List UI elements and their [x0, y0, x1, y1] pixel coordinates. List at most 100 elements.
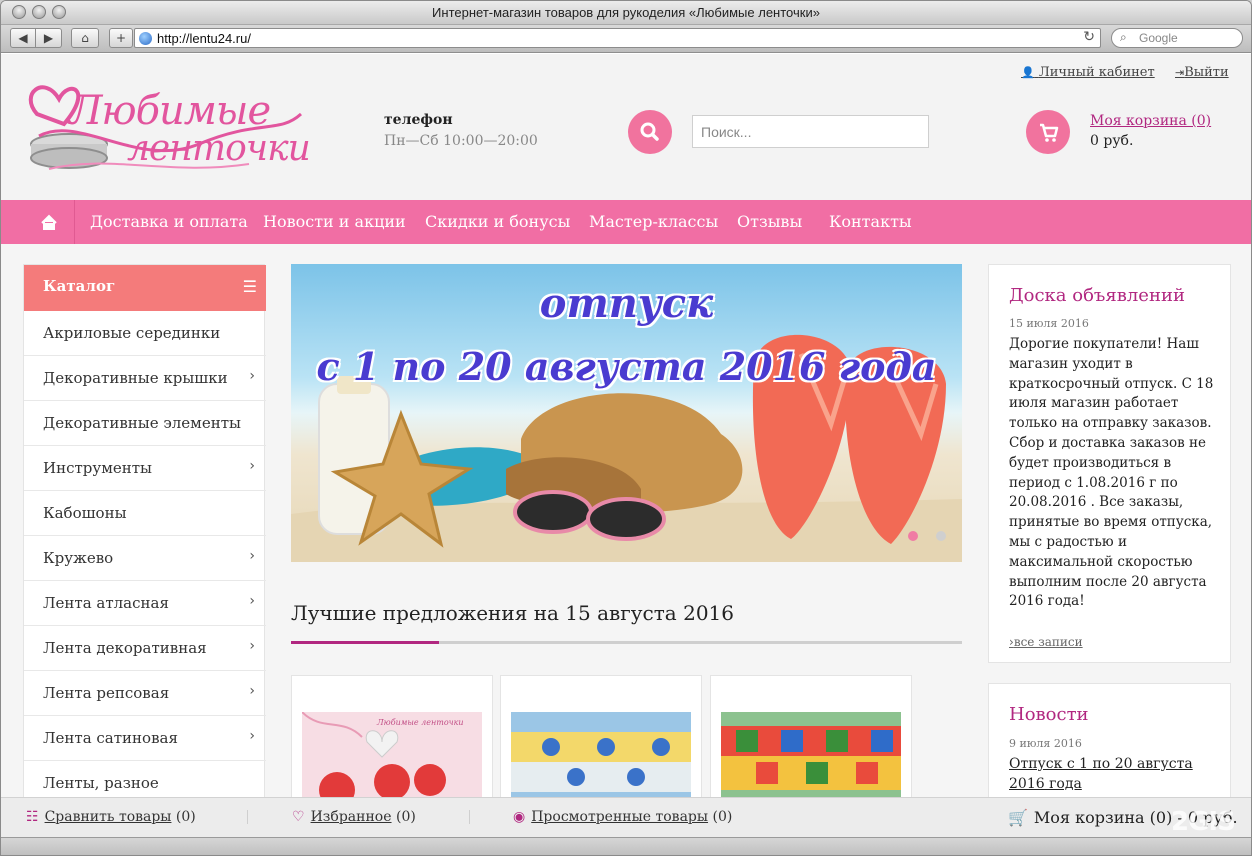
nav-delivery[interactable]: Доставка и оплата — [90, 212, 248, 231]
catalog-item[interactable]: Лента декоративная › — [24, 626, 266, 671]
site-logo[interactable]: Любимые ленточки — [19, 74, 311, 179]
address-bar[interactable]: http://lentu24.ru/ ↻ — [134, 28, 1101, 48]
viewed-count: (0) — [712, 809, 733, 825]
catalog-item[interactable]: Кружево › — [24, 536, 266, 581]
catalog-item[interactable]: Акриловые серединки — [24, 311, 266, 356]
news-title: Новости — [1009, 704, 1089, 725]
offers-divider-accent — [291, 641, 439, 644]
slider-dot[interactable] — [936, 531, 946, 541]
main-nav: Доставка и оплата Новости и акции Скидки… — [1, 200, 1251, 244]
forward-button[interactable]: ▶ — [36, 28, 62, 48]
browser-window: Интернет-магазин товаров для рукоделия «… — [0, 0, 1252, 856]
catalog-sidebar: Каталог ☰ Акриловые серединки Декоративн… — [23, 264, 266, 797]
compare-products[interactable]: ☷ Сравнить товары (0) — [26, 809, 196, 825]
sliders-icon: ☷ — [26, 809, 39, 825]
search-icon — [640, 122, 659, 141]
cart-icon — [1040, 123, 1059, 142]
product-image — [511, 712, 691, 797]
catalog-item[interactable]: Лента сатиновая › — [24, 716, 266, 761]
reload-icon[interactable]: ↻ — [1083, 29, 1095, 45]
home-icon — [41, 214, 57, 230]
logout-link[interactable]: ⇥Выйти — [1175, 65, 1229, 80]
phone-title: телефон — [384, 112, 453, 128]
catalog-item[interactable]: Лента репсовая › — [24, 671, 266, 716]
catalog-item[interactable]: Декоративные элементы — [24, 401, 266, 446]
chevron-right-icon: › — [249, 683, 255, 699]
globe-icon — [139, 32, 152, 45]
favorites-label: Избранное — [310, 809, 392, 825]
eye-icon: ◉ — [513, 809, 526, 825]
catalog-item-label: Кабошоны — [43, 504, 127, 522]
add-bookmark-button[interactable]: + — [109, 28, 133, 48]
watermark: 2GIS — [1171, 807, 1236, 837]
window-status-bar — [1, 837, 1251, 855]
chevron-right-icon: › — [249, 593, 255, 609]
news-box: Новости 9 июля 2016 Отпуск с 1 по 20 авг… — [988, 683, 1231, 797]
chevron-right-icon: › — [249, 458, 255, 474]
compare-label: Сравнить товары — [44, 809, 172, 825]
chevron-right-icon: › — [249, 368, 255, 384]
product-logo-text: Любимые ленточки — [377, 718, 464, 727]
back-button[interactable]: ◀ — [10, 28, 36, 48]
news-date: 9 июля 2016 — [1009, 737, 1082, 750]
catalog-item-label: Лента декоративная — [43, 639, 207, 657]
promo-banner[interactable]: отпуск с 1 по 20 августа 2016 года — [291, 264, 962, 562]
slider-dot-active[interactable] — [908, 531, 918, 541]
nav-master-classes[interactable]: Мастер-классы — [589, 212, 718, 231]
separator — [247, 810, 248, 824]
catalog-item-label: Инструменты — [43, 459, 152, 477]
cart-button[interactable] — [1026, 110, 1070, 154]
favorites[interactable]: ♡ Избранное (0) — [292, 809, 416, 825]
all-posts-link[interactable]: ›все записи — [1009, 635, 1083, 649]
offers-divider — [291, 641, 962, 644]
catalog-title: Каталог — [43, 277, 116, 295]
menu-icon: ☰ — [242, 277, 257, 296]
nav-discounts[interactable]: Скидки и бонусы — [425, 212, 570, 231]
logo-line-2: ленточки — [127, 128, 311, 169]
catalog-item-label: Кружево — [43, 549, 114, 567]
working-hours: Пн—Сб 10:00—20:00 — [384, 133, 538, 149]
personal-cabinet-label: Личный кабинет — [1038, 65, 1155, 80]
news-item-link[interactable]: Отпуск с 1 по 20 августа 2016 года — [1009, 754, 1219, 794]
browser-search-placeholder: Google — [1139, 31, 1178, 45]
nav-reviews[interactable]: Отзывы — [737, 212, 802, 231]
favorites-count: (0) — [395, 809, 416, 825]
product-card[interactable] — [710, 675, 912, 797]
product-card[interactable]: Любимые ленточки — [291, 675, 493, 797]
nav-contacts[interactable]: Контакты — [829, 212, 912, 231]
site-header: Любимые ленточки телефон Пн—Сб 10:00—20:… — [1, 54, 1251, 200]
browser-toolbar: ◀ ▶ ⌂ + http://lentu24.ru/ ↻ ⌕ Google — [1, 25, 1251, 53]
catalog-header[interactable]: Каталог ☰ — [24, 265, 266, 311]
cart-icon: 🛒 — [1008, 808, 1028, 827]
notice-board: Доска объявлений 15 июля 2016 Дорогие по… — [988, 264, 1231, 663]
logout-icon: ⇥ — [1175, 66, 1185, 79]
home-button[interactable]: ⌂ — [71, 28, 99, 48]
product-card[interactable] — [500, 675, 702, 797]
catalog-item[interactable]: Инструменты › — [24, 446, 266, 491]
heart-icon: ♡ — [292, 809, 305, 825]
catalog-item[interactable]: Ленты, разное — [24, 761, 266, 797]
catalog-item[interactable]: Кабошоны — [24, 491, 266, 536]
catalog-item-label: Ленты, разное — [43, 774, 159, 792]
title-bar: Интернет-магазин товаров для рукоделия «… — [1, 1, 1251, 25]
bottom-panel: ☷ Сравнить товары (0) ♡ Избранное (0) ◉ Про… — [1, 797, 1251, 837]
catalog-item-label: Лента репсовая — [43, 684, 170, 702]
nav-news[interactable]: Новости и акции — [263, 212, 406, 231]
nav-home-button[interactable] — [23, 200, 75, 244]
banner-subheadline: с 1 по 20 августа 2016 года — [316, 344, 937, 389]
window-title: Интернет-магазин товаров для рукоделия «… — [432, 5, 820, 20]
banner-headline: отпуск — [539, 280, 714, 327]
my-cart-link[interactable]: Моя корзина (0) — [1090, 113, 1211, 129]
search-button[interactable] — [628, 110, 672, 154]
viewed-products[interactable]: ◉ Просмотренные товары (0) — [513, 809, 732, 825]
catalog-item[interactable]: Лента атласная › — [24, 581, 266, 626]
cart-sum: 0 руб. — [1090, 133, 1134, 149]
url-text: http://lentu24.ru/ — [157, 31, 251, 46]
offers-title: Лучшие предложения на 15 августа 2016 — [291, 601, 734, 625]
browser-search-field[interactable]: ⌕ Google — [1111, 28, 1243, 48]
notice-date: 15 июля 2016 — [1009, 317, 1089, 330]
catalog-item[interactable]: Декоративные крышки › — [24, 356, 266, 401]
personal-cabinet-link[interactable]: 👤 Личный кабинет — [1021, 65, 1155, 80]
search-input[interactable] — [692, 115, 929, 148]
chevron-right-icon: › — [249, 548, 255, 564]
